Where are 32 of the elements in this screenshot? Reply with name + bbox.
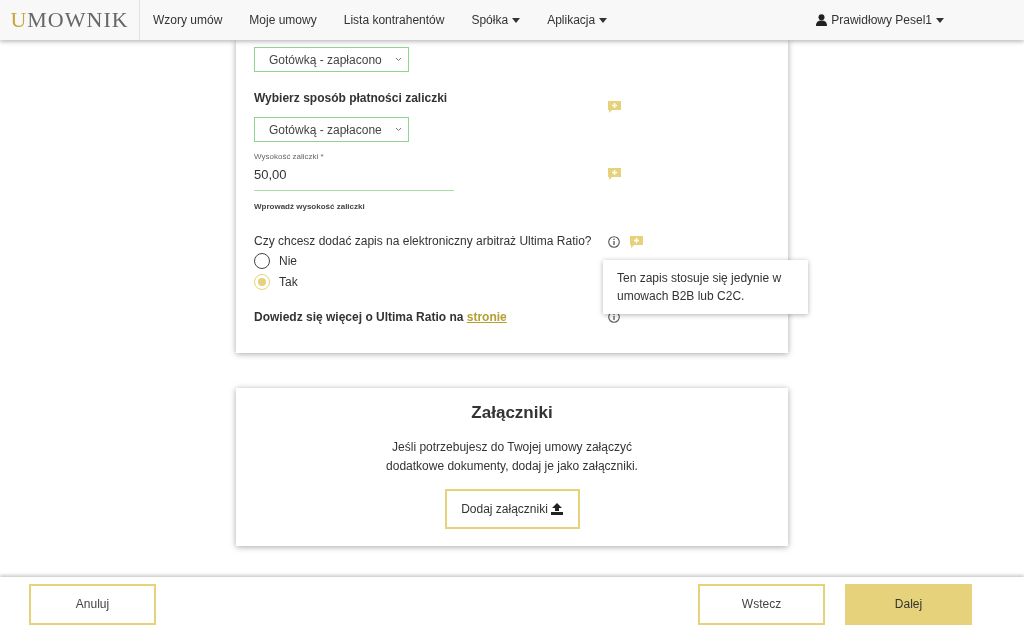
nav-link[interactable]: Wzory umów (140, 13, 237, 27)
cancel-button[interactable]: Anuluj (29, 583, 156, 625)
add-attachments-button[interactable]: Dodaj załączniki (444, 489, 580, 529)
add-comment-icon[interactable] (630, 236, 643, 248)
field-label: Wysokość zaliczki * (254, 152, 325, 161)
back-button[interactable]: Wstecz (698, 583, 825, 625)
radio-label[interactable]: Tak (279, 275, 298, 289)
radio-label[interactable]: Nie (279, 254, 297, 268)
chevron-icon (395, 127, 402, 132)
add-comment-icon[interactable] (608, 168, 621, 180)
next-button[interactable]: Dalej (845, 583, 972, 625)
upload-icon (550, 503, 563, 515)
nav-link[interactable]: Lista kontrahentów (330, 13, 459, 27)
nav-link[interactable]: Spółka (458, 13, 535, 27)
info-icon[interactable] (608, 236, 620, 248)
user-icon (816, 14, 828, 26)
nav-link[interactable]: Aplikacja (534, 13, 622, 27)
info-text: Dowiedz się więcej o Ultima Ratio na stronie (254, 310, 508, 324)
user-menu[interactable]: Prawidłowy Pesel1 (803, 13, 958, 27)
card-text: Jeśli potrzebujesz do Twojej umowy załączyć dodatkowe dokumenty, dodaj je jako załączniki. (385, 439, 639, 475)
info-icon[interactable] (608, 311, 620, 323)
add-comment-icon[interactable] (608, 101, 621, 113)
question-text: Czy chcesz dodać zapis na elektroniczny arbitraż Ultima Ratio? (254, 234, 593, 248)
amount-field[interactable]: 50,00 (254, 161, 454, 191)
tooltip: Ten zapis stosuje się jedynie w umowach B2B lub C2C. (603, 260, 808, 314)
nav-link[interactable]: Moje umowy (236, 13, 331, 27)
payment-select[interactable]: Gotówką - zapłacono (254, 47, 409, 72)
chevron-icon (395, 57, 402, 62)
field-hint: Wprowadź wysokość zaliczki (254, 202, 366, 211)
section-heading: Wybierz sposób płatności zaliczki (254, 91, 449, 105)
payment-select[interactable]: Gotówką - zapłacone (254, 117, 409, 142)
card-title: Załączniki (471, 403, 553, 423)
